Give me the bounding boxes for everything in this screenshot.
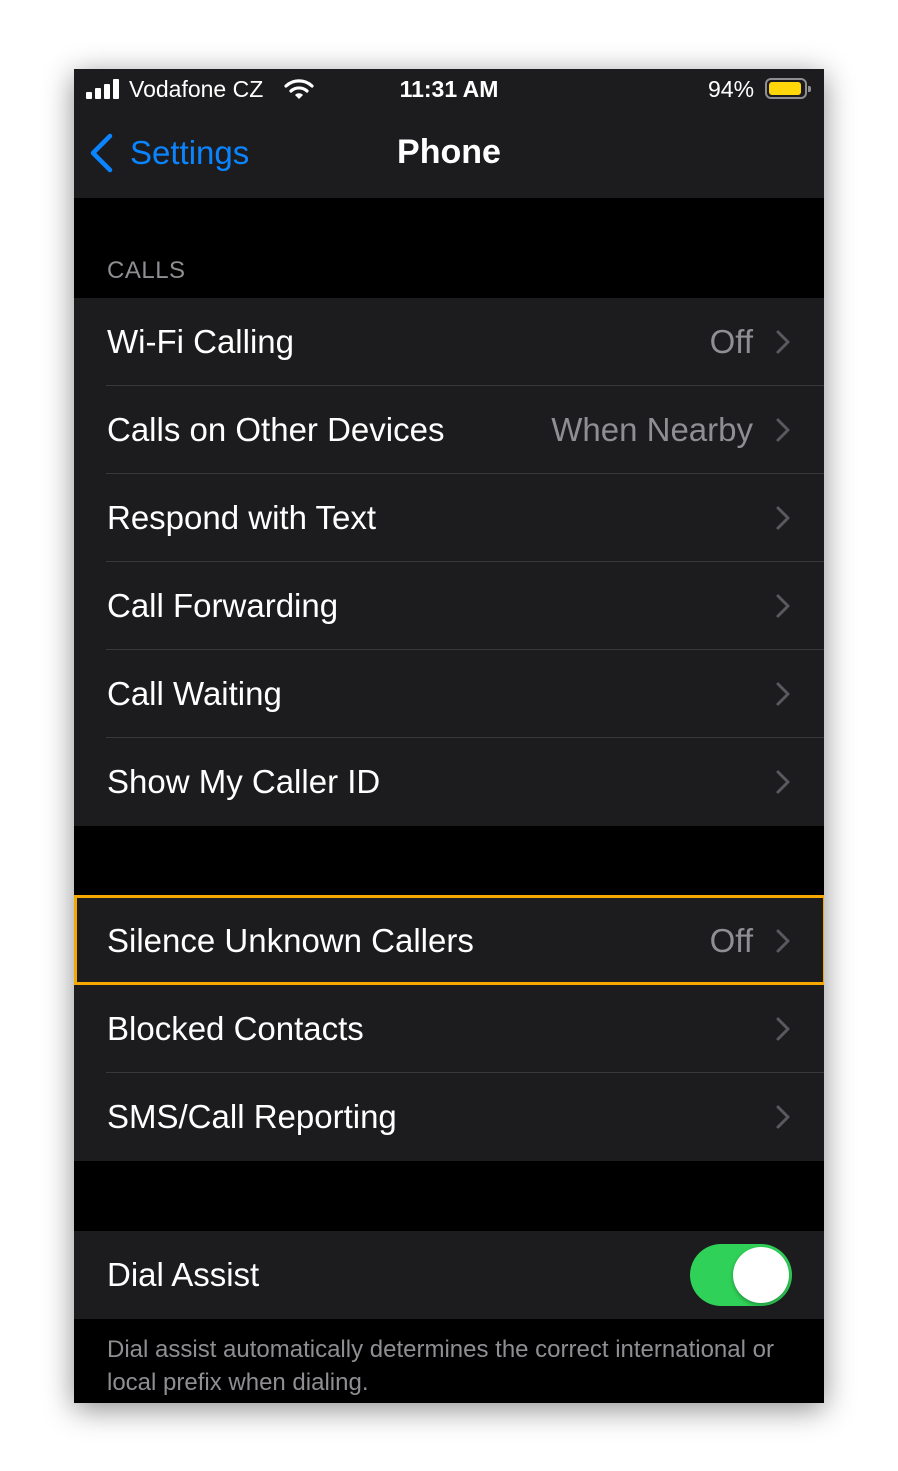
- battery-level: [769, 82, 801, 95]
- row-label: Silence Unknown Callers: [107, 922, 474, 959]
- row-value: Off: [709, 323, 753, 360]
- dial-assist-group: Dial Assist: [74, 1231, 824, 1319]
- chevron-right-icon: [776, 330, 790, 354]
- blocked-contacts-row[interactable]: Blocked Contacts: [74, 985, 824, 1073]
- chevron-right-icon: [776, 418, 790, 442]
- row-value: When Nearby: [551, 411, 753, 448]
- battery-percent: 94%: [708, 76, 755, 102]
- call-forwarding-row[interactable]: Call Forwarding: [74, 562, 824, 650]
- navigation-bar: Settings Phone: [74, 111, 824, 198]
- row-value: Off: [709, 922, 753, 959]
- dial-assist-row: Dial Assist: [74, 1231, 824, 1319]
- silence-unknown-callers-row[interactable]: Silence Unknown Callers Off: [74, 897, 824, 985]
- chevron-right-icon: [776, 770, 790, 794]
- show-my-caller-id-row[interactable]: Show My Caller ID: [74, 738, 824, 826]
- chevron-right-icon: [776, 929, 790, 953]
- section-header-calls: CALLS: [107, 257, 186, 284]
- sms-call-reporting-row[interactable]: SMS/Call Reporting: [74, 1073, 824, 1161]
- chevron-right-icon: [776, 1017, 790, 1041]
- top-bar: Vodafone CZ 11:31 AM 94% Settings Phone: [74, 69, 824, 198]
- chevron-right-icon: [776, 506, 790, 530]
- row-label: Blocked Contacts: [107, 1010, 364, 1047]
- row-label: Call Forwarding: [107, 587, 339, 624]
- calls-group: Wi-Fi Calling Off Calls on Other Devices…: [74, 298, 824, 826]
- call-waiting-row[interactable]: Call Waiting: [74, 650, 824, 738]
- row-label: Calls on Other Devices: [107, 411, 445, 448]
- dial-assist-toggle[interactable]: [690, 1244, 792, 1306]
- row-label: SMS/Call Reporting: [107, 1098, 397, 1135]
- page-title: Phone: [397, 133, 501, 171]
- status-bar: Vodafone CZ 11:31 AM 94%: [74, 69, 824, 111]
- chevron-right-icon: [776, 1105, 790, 1129]
- row-label: Call Waiting: [107, 675, 282, 712]
- calls-on-other-devices-row[interactable]: Calls on Other Devices When Nearby: [74, 386, 824, 474]
- row-label: Wi-Fi Calling: [107, 323, 295, 360]
- row-label: Respond with Text: [107, 499, 377, 536]
- row-label: Show My Caller ID: [107, 763, 381, 800]
- blocking-group: Silence Unknown Callers Off Blocked Cont…: [74, 897, 824, 1161]
- row-label: Dial Assist: [107, 1256, 260, 1293]
- respond-with-text-row[interactable]: Respond with Text: [74, 474, 824, 562]
- battery-icon: [765, 78, 811, 99]
- toggle-knob: [733, 1247, 789, 1303]
- chevron-right-icon: [776, 682, 790, 706]
- phone-screen: Vodafone CZ 11:31 AM 94% Settings Phone: [74, 69, 824, 1403]
- chevron-right-icon: [776, 594, 790, 618]
- wifi-calling-row[interactable]: Wi-Fi Calling Off: [74, 298, 824, 386]
- dial-assist-footnote: Dial assist automatically determines the…: [107, 1336, 774, 1396]
